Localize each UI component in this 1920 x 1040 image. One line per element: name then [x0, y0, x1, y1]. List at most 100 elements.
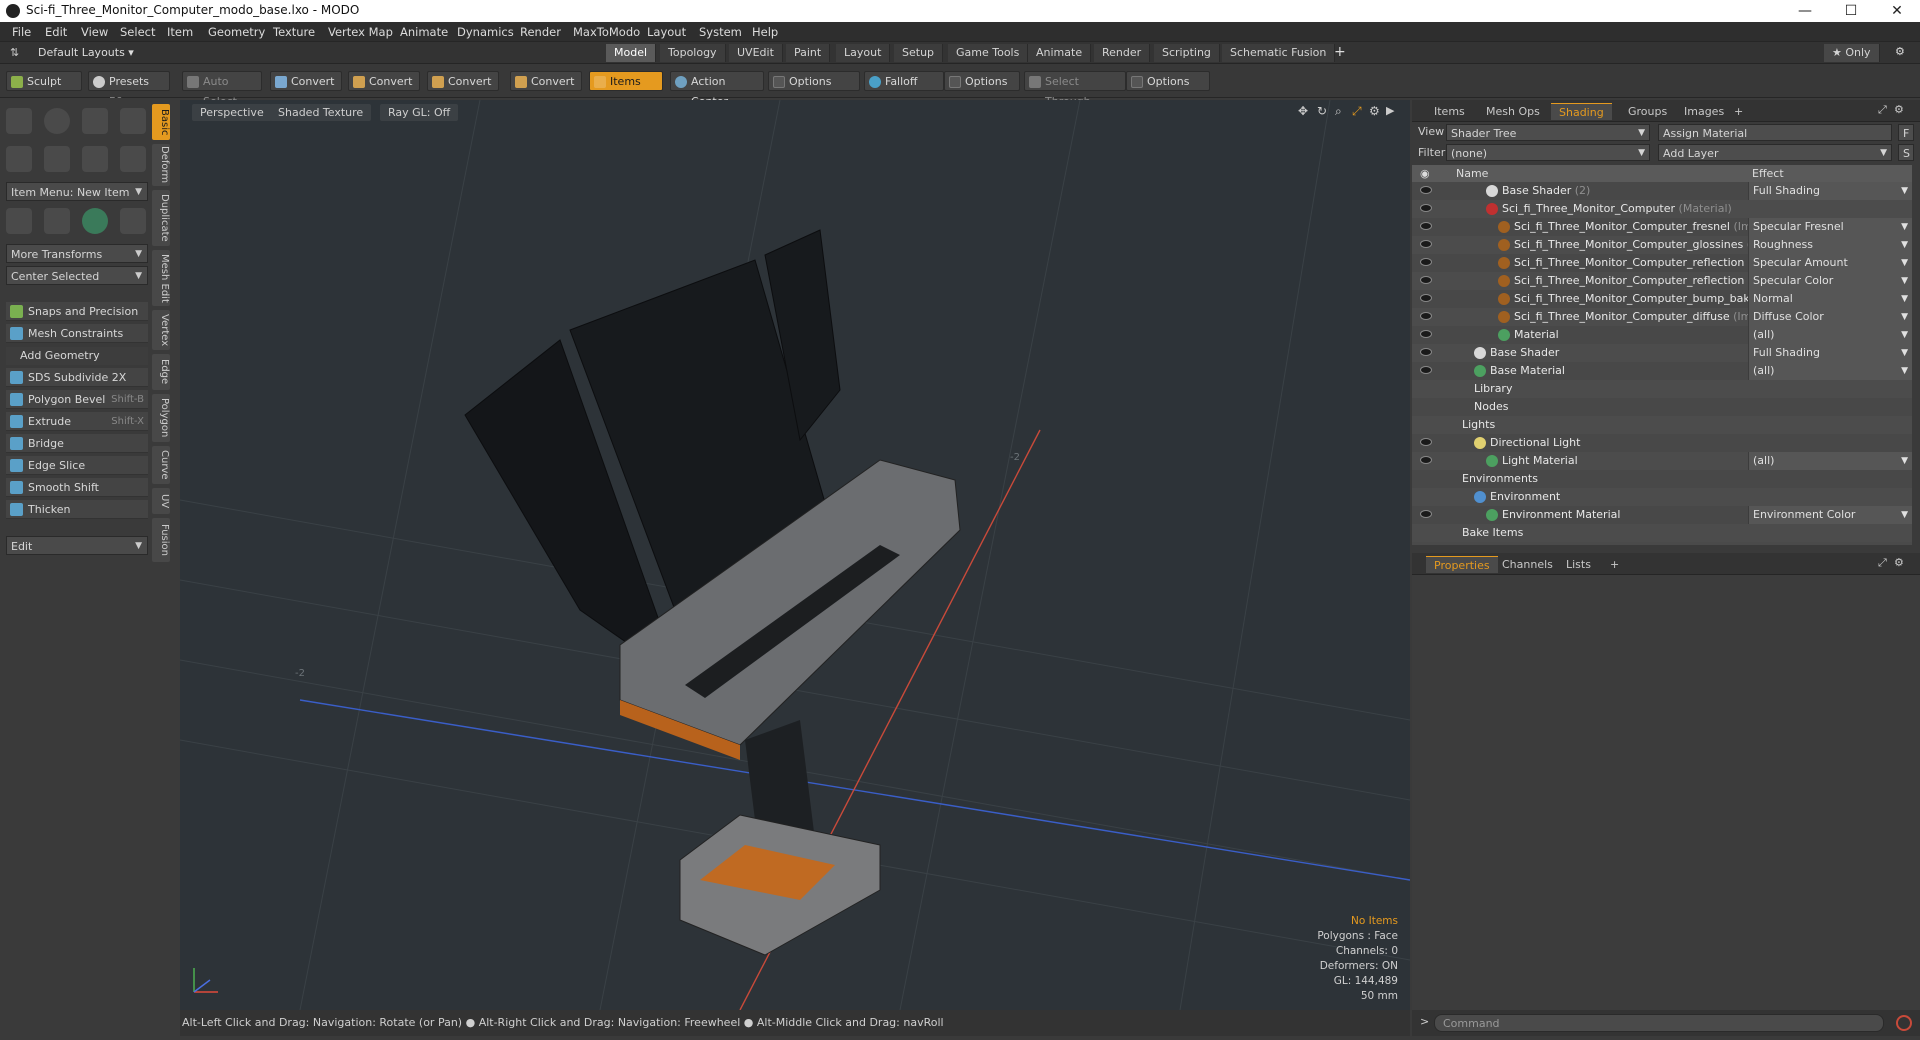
- tool-sds-subdivide[interactable]: SDS Subdivide 2X: [6, 368, 148, 387]
- effect-dropdown[interactable]: Specular Color ▼: [1748, 272, 1912, 290]
- eye-icon[interactable]: [1420, 258, 1432, 266]
- grid-icon[interactable]: [44, 208, 70, 234]
- layout-preset-dropdown[interactable]: Default Layouts ▾: [38, 46, 134, 59]
- eye-icon[interactable]: [1420, 312, 1432, 320]
- more-transforms-dropdown[interactable]: More Transforms ▼: [6, 244, 148, 263]
- snaps-precision-button[interactable]: Snaps and Precision: [6, 302, 148, 321]
- add-geometry-header[interactable]: Add Geometry: [6, 347, 148, 365]
- menu-texture[interactable]: Texture: [273, 25, 315, 39]
- action-center-options-button[interactable]: Options: [768, 71, 860, 91]
- transform-icon[interactable]: [6, 208, 32, 234]
- tab-properties[interactable]: Properties: [1426, 556, 1498, 573]
- tree-row[interactable]: Environments: [1412, 470, 1912, 488]
- tree-row[interactable]: Library: [1412, 380, 1912, 398]
- menu-edit[interactable]: Edit: [45, 25, 67, 39]
- rotate-view-icon[interactable]: ↻: [1317, 104, 1327, 118]
- tab-model[interactable]: Model: [606, 44, 657, 62]
- effect-dropdown[interactable]: Environment Color ▼: [1748, 506, 1912, 524]
- name-column-header[interactable]: Name: [1456, 167, 1488, 180]
- vtab-duplicate[interactable]: Duplicate: [152, 190, 170, 246]
- effect-dropdown[interactable]: Specular Amount ▼: [1748, 254, 1912, 272]
- auto-select-button[interactable]: Auto Select: [182, 71, 262, 108]
- tree-row[interactable]: Material (all) ▼: [1412, 326, 1912, 344]
- tool-polygon-bevel[interactable]: Polygon Bevel Shift-B: [6, 390, 148, 409]
- cone-icon[interactable]: [120, 108, 146, 134]
- command-input[interactable]: Command: [1434, 1014, 1884, 1032]
- tab-groups[interactable]: Groups: [1620, 103, 1675, 120]
- tree-row[interactable]: Lights: [1412, 416, 1912, 434]
- tree-row[interactable]: Light Material (all) ▼: [1412, 452, 1912, 470]
- tool-extrude[interactable]: Extrude Shift-X: [6, 412, 148, 431]
- torus-icon[interactable]: [6, 146, 32, 172]
- eye-icon[interactable]: [1420, 204, 1432, 212]
- menu-vertex-map[interactable]: Vertex Map: [328, 25, 393, 39]
- text-icon[interactable]: [120, 146, 146, 172]
- only-toggle[interactable]: ★ Only: [1824, 44, 1880, 62]
- menu-render[interactable]: Render: [520, 25, 561, 39]
- vtab-uv[interactable]: UV: [152, 488, 170, 514]
- effect-dropdown[interactable]: Full Shading ▼: [1748, 182, 1912, 200]
- menu-animate[interactable]: Animate: [400, 25, 448, 39]
- layout-toggle-icon[interactable]: ⇅: [10, 46, 19, 59]
- eye-icon[interactable]: [1420, 366, 1432, 374]
- tree-row[interactable]: Sci_fi_Three_Monitor_Computer (Material): [1412, 200, 1912, 218]
- tree-row[interactable]: Environment Material Environment Color ▼: [1412, 506, 1912, 524]
- zoom-view-icon[interactable]: ⌕: [1335, 104, 1342, 119]
- tab-topology[interactable]: Topology: [660, 44, 726, 62]
- tree-row[interactable]: Sci_fi_Three_Monitor_Computer_diffuse (I…: [1412, 308, 1912, 326]
- falloff-button[interactable]: Falloff: [864, 71, 944, 91]
- cube-icon[interactable]: [6, 108, 32, 134]
- cylinder-icon[interactable]: [82, 108, 108, 134]
- effect-dropdown[interactable]: Normal ▼: [1748, 290, 1912, 308]
- tree-row[interactable]: Sci_fi_Three_Monitor_Computer_reflection…: [1412, 272, 1912, 290]
- tab-render[interactable]: Render: [1094, 44, 1151, 62]
- record-icon[interactable]: [1896, 1015, 1912, 1031]
- menu-maxtomodo[interactable]: MaxToModo: [573, 25, 640, 39]
- tree-scrollbar[interactable]: [1912, 165, 1920, 545]
- menu-select[interactable]: Select: [120, 25, 155, 39]
- raygl-toggle[interactable]: Ray GL: Off: [380, 104, 459, 121]
- effect-dropdown[interactable]: Diffuse Color ▼: [1748, 308, 1912, 326]
- tree-row[interactable]: Sci_fi_Three_Monitor_Computer_glossines …: [1412, 236, 1912, 254]
- effect-dropdown[interactable]: (all) ▼: [1748, 362, 1912, 380]
- tree-row[interactable]: Base Shader (2) Full Shading ▼: [1412, 182, 1912, 200]
- globe-icon[interactable]: [82, 208, 108, 234]
- tree-row[interactable]: Sci_fi_Three_Monitor_Computer_fresnel (I…: [1412, 218, 1912, 236]
- tab-uvedit[interactable]: UVEdit: [729, 44, 783, 62]
- action-center-button[interactable]: Action Center: [670, 71, 764, 108]
- f-button[interactable]: F: [1898, 124, 1914, 141]
- sculpt-button[interactable]: Sculpt: [6, 71, 82, 91]
- convert-button-2[interactable]: Convert: [348, 71, 420, 91]
- eye-icon[interactable]: [1420, 456, 1432, 464]
- center-selected-dropdown[interactable]: Center Selected ▼: [6, 266, 148, 285]
- tab-images[interactable]: Images: [1676, 103, 1732, 120]
- convert-button-3[interactable]: Convert: [427, 71, 499, 91]
- maximize-button[interactable]: ☐: [1828, 0, 1874, 22]
- vtab-mesh-edit[interactable]: Mesh Edit: [152, 250, 170, 306]
- tab-layout[interactable]: Layout: [836, 44, 891, 62]
- vtab-basic[interactable]: Basic: [152, 104, 170, 140]
- tree-row[interactable]: Sci_fi_Three_Monitor_Computer_bump_bak .…: [1412, 290, 1912, 308]
- close-button[interactable]: ✕: [1874, 0, 1920, 22]
- tool-bridge[interactable]: Bridge: [6, 434, 148, 453]
- eye-icon[interactable]: [1420, 438, 1432, 446]
- eye-icon[interactable]: [1420, 294, 1432, 302]
- edit-dropdown[interactable]: Edit ▼: [6, 536, 148, 555]
- tree-row[interactable]: Directional Light: [1412, 434, 1912, 452]
- menu-view[interactable]: View: [81, 25, 108, 39]
- tree-row[interactable]: Nodes: [1412, 398, 1912, 416]
- vtab-fusion[interactable]: Fusion: [152, 518, 170, 562]
- menu-help[interactable]: Help: [752, 25, 778, 39]
- tool-smooth-shift[interactable]: Smooth Shift: [6, 478, 148, 497]
- add-tab-button[interactable]: +: [1334, 44, 1346, 60]
- gear-icon[interactable]: ⚙: [1894, 103, 1904, 116]
- tab-channels[interactable]: Channels: [1494, 556, 1561, 573]
- eye-icon[interactable]: [1420, 510, 1432, 518]
- panel-expand-icon[interactable]: ⤢: [1878, 556, 1887, 570]
- tab-lists[interactable]: Lists: [1558, 556, 1599, 573]
- select-through-button[interactable]: Select Through: [1024, 71, 1126, 108]
- move-view-icon[interactable]: ✥: [1298, 104, 1308, 118]
- pyramid-icon[interactable]: [120, 208, 146, 234]
- effect-dropdown[interactable]: Full Shading ▼: [1748, 344, 1912, 362]
- vtab-vertex[interactable]: Vertex: [152, 310, 170, 350]
